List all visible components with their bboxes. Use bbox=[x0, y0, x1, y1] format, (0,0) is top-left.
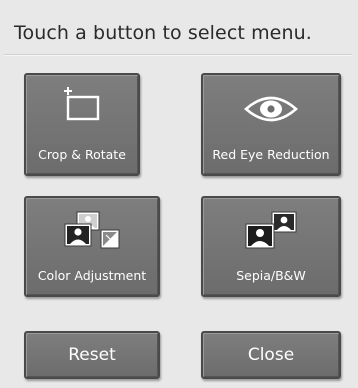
instruction-text: Touch a button to select menu. bbox=[14, 22, 312, 44]
color-adjustment-button[interactable]: Color Adjustment bbox=[24, 196, 160, 297]
crop-rotate-button[interactable]: Crop & Rotate bbox=[24, 73, 140, 176]
color-adjust-icon bbox=[64, 211, 120, 249]
sepia-bw-label: Sepia/B&W bbox=[236, 268, 306, 283]
edit-menu-screen: Touch a button to select menu. Crop & Ro… bbox=[0, 0, 358, 388]
sepia-icon bbox=[245, 211, 297, 249]
eye-icon bbox=[244, 96, 298, 122]
crop-rotate-label: Crop & Rotate bbox=[38, 147, 126, 162]
red-eye-reduction-label: Red Eye Reduction bbox=[212, 147, 330, 162]
header-divider bbox=[4, 54, 352, 56]
close-button[interactable]: Close bbox=[201, 331, 341, 379]
color-adjustment-label: Color Adjustment bbox=[37, 268, 147, 283]
reset-label: Reset bbox=[68, 345, 116, 365]
close-label: Close bbox=[247, 345, 295, 365]
red-eye-reduction-button[interactable]: Red Eye Reduction bbox=[201, 73, 341, 176]
crop-icon bbox=[64, 87, 100, 121]
sepia-bw-button[interactable]: Sepia/B&W bbox=[201, 196, 341, 297]
reset-button[interactable]: Reset bbox=[24, 331, 160, 379]
